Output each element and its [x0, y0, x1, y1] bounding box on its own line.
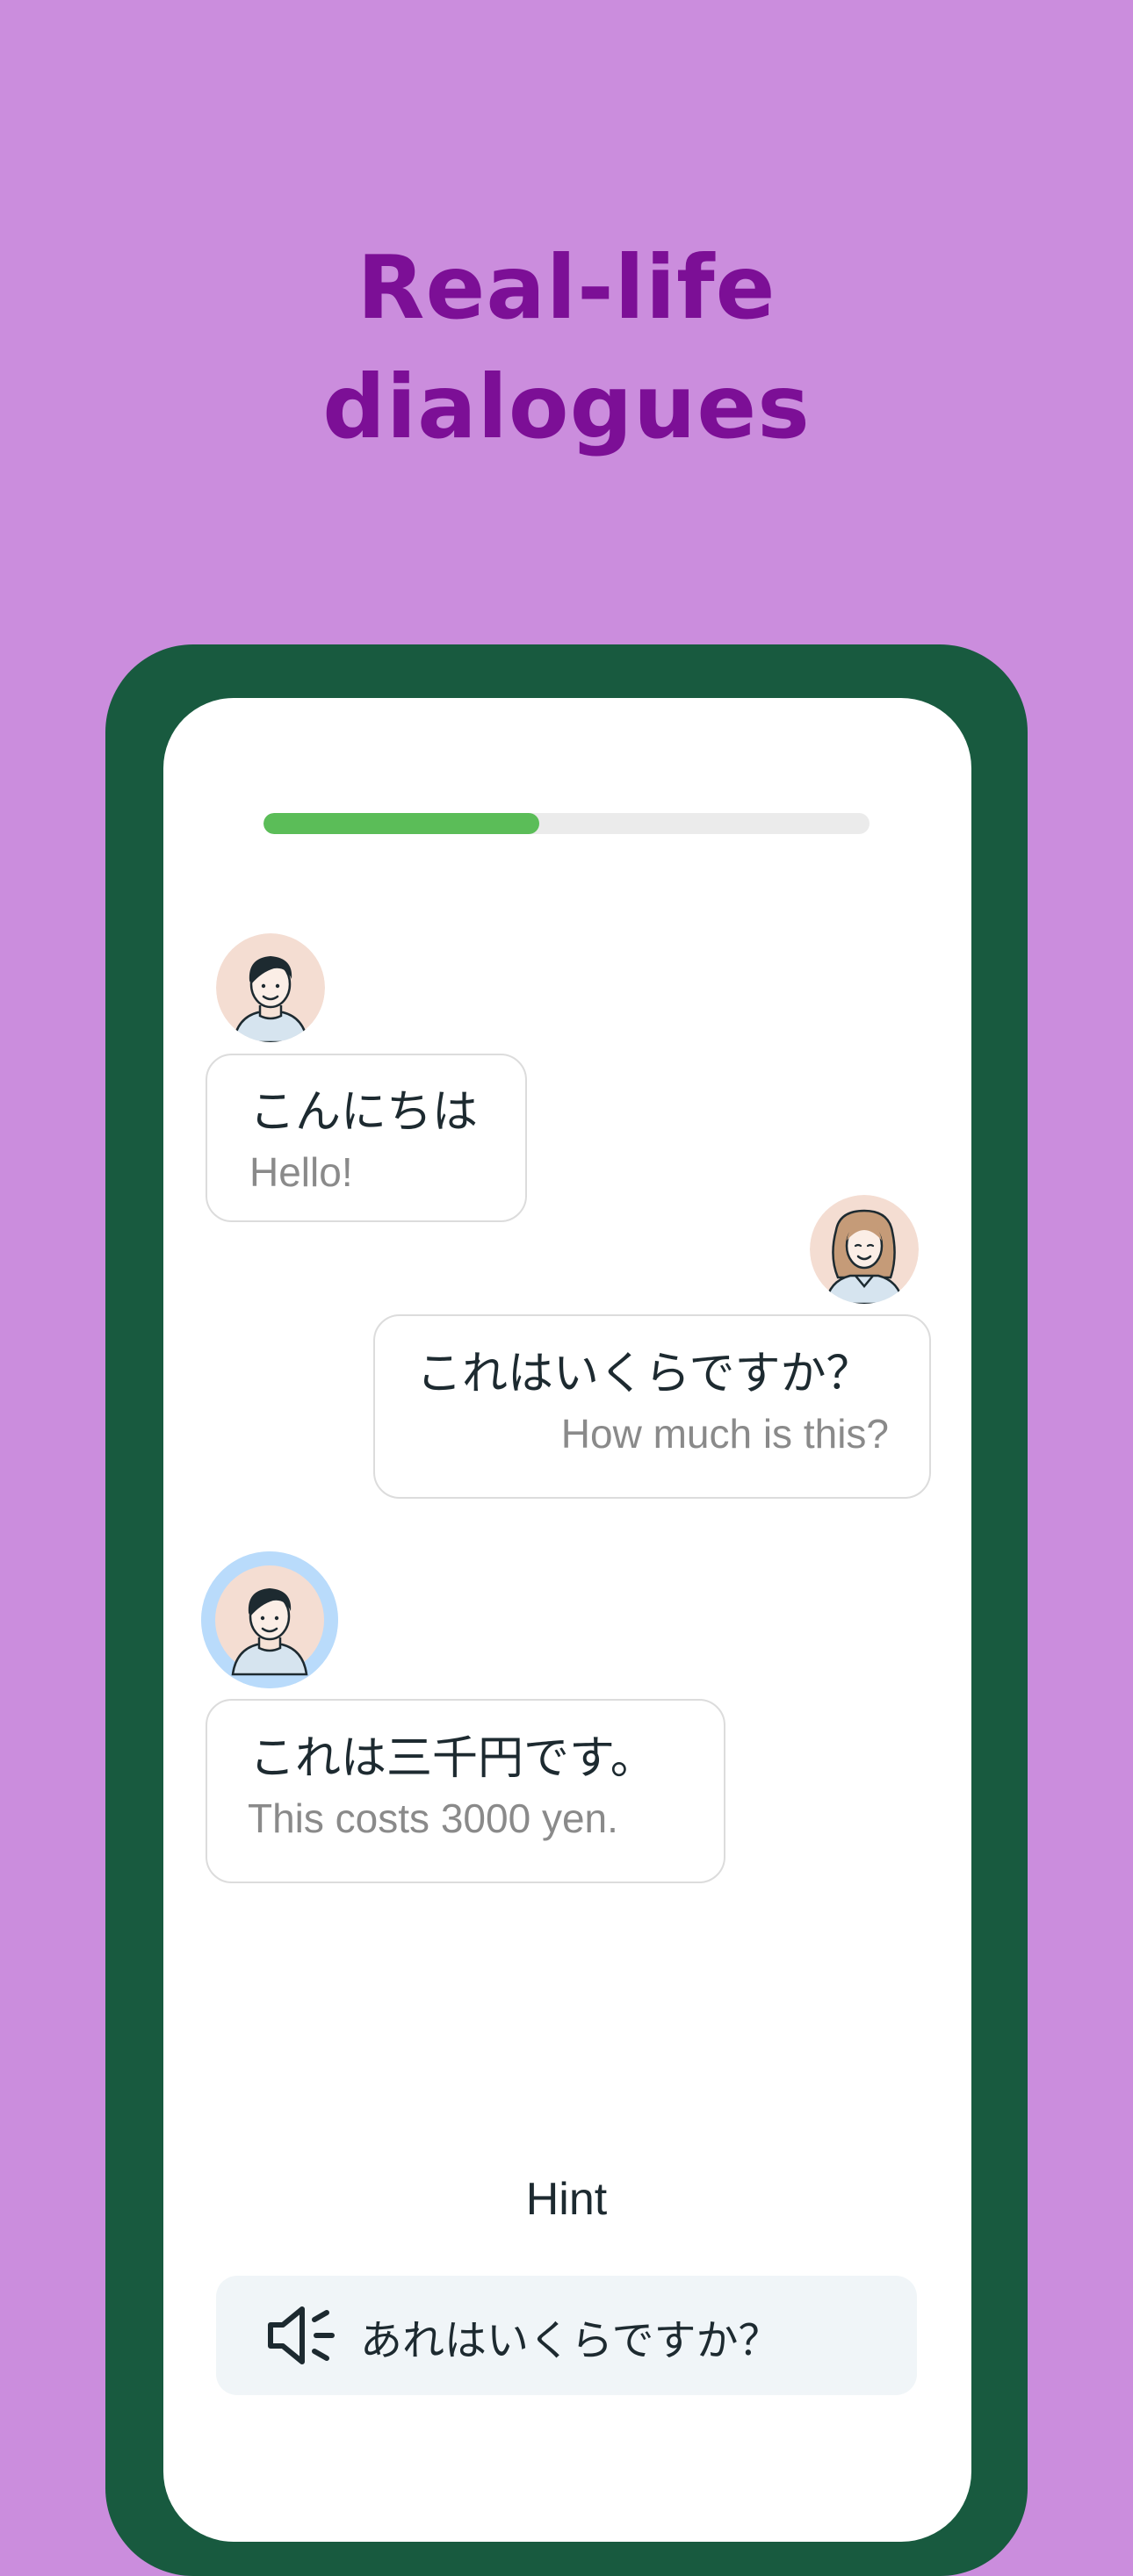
- lesson-progress-fill: [263, 813, 539, 834]
- speaker-icon[interactable]: [265, 2302, 341, 2372]
- man-avatar: [216, 933, 325, 1042]
- message-3-japanese: これは三千円です。: [249, 1732, 656, 1785]
- message-2-japanese: これはいくらですか？: [416, 1348, 872, 1400]
- woman-avatar: [810, 1195, 919, 1304]
- message-1-japanese: こんにちは: [249, 1086, 479, 1139]
- message-1-english: Hello!: [249, 1149, 353, 1195]
- headline-line-2: dialogues: [322, 356, 811, 458]
- message-3-english: This costs 3000 yen.: [248, 1795, 618, 1841]
- headline-line-1: Real-life: [357, 236, 776, 339]
- hint-label[interactable]: Hint: [0, 2173, 1133, 2226]
- message-2-english: How much is this?: [560, 1411, 889, 1457]
- headline: Real-life dialogues: [0, 228, 1133, 467]
- active-speaker-avatar: [201, 1551, 338, 1688]
- hint-text: あれはいくらですか？: [360, 2316, 781, 2365]
- lesson-progress-bar: [263, 813, 870, 834]
